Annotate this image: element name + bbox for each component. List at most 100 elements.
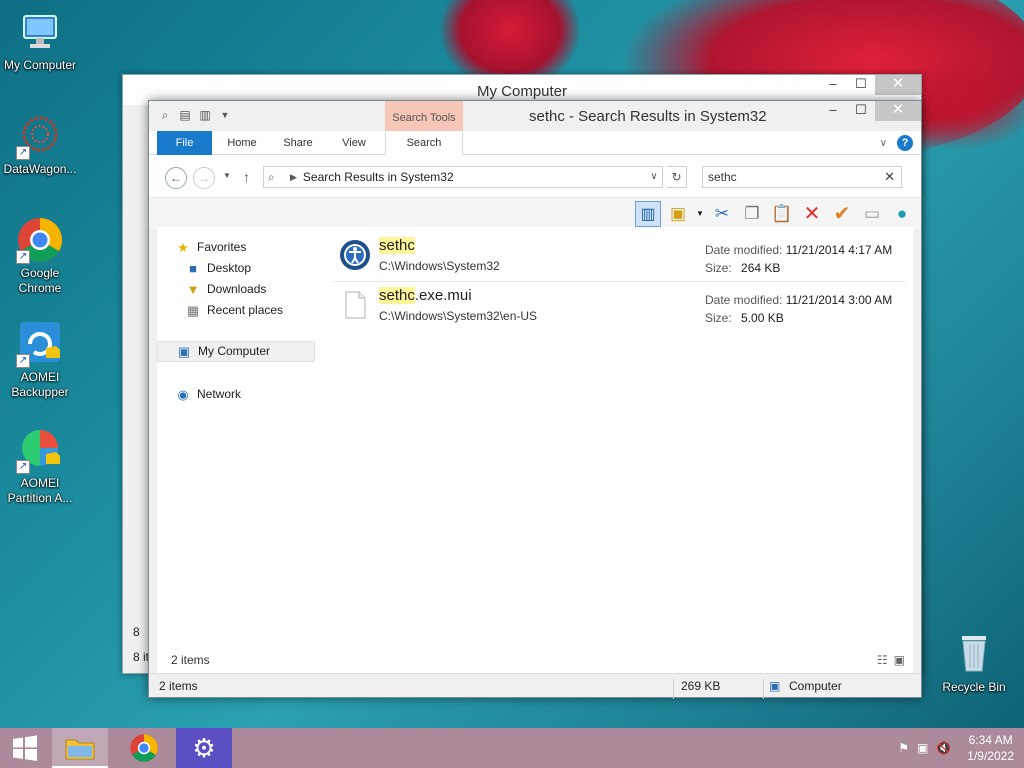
tab-view[interactable]: View bbox=[329, 131, 379, 155]
list-item[interactable]: sethc.exe.mui C:\Windows\System32\en-US … bbox=[333, 283, 905, 329]
details-view-icon[interactable]: ☷ bbox=[877, 653, 888, 667]
delete-icon[interactable]: ✕ bbox=[799, 201, 825, 227]
shortcut-arrow-icon: ↗ bbox=[16, 354, 30, 368]
large-icons-view-icon[interactable]: ▣ bbox=[894, 653, 905, 667]
date-modified-label: Date modified: bbox=[705, 293, 783, 307]
properties-icon[interactable]: ▤ bbox=[177, 107, 193, 123]
recent-locations-icon[interactable]: ▼ bbox=[223, 171, 231, 180]
chevron-right-icon[interactable]: ▶ bbox=[290, 172, 297, 183]
clear-search-icon[interactable]: ✕ bbox=[884, 169, 895, 185]
file-path: C:\Windows\System32\en-US bbox=[379, 309, 538, 323]
desktop-icon-label: Google Chrome bbox=[18, 266, 62, 295]
tab-home[interactable]: Home bbox=[217, 131, 267, 155]
search-icon: ⌕ bbox=[161, 108, 169, 122]
refresh-button[interactable]: ↻ bbox=[667, 166, 687, 188]
navigation-bar: ← → ▼ ↑ ⌕ ▶ Search Results in System32 ∨… bbox=[149, 155, 921, 197]
search-input[interactable]: sethc ✕ bbox=[702, 166, 902, 188]
aomei-backupper-icon: ↗ bbox=[16, 320, 64, 368]
cut-icon[interactable]: ✂ bbox=[709, 201, 735, 227]
divider bbox=[673, 679, 674, 699]
nav-network[interactable]: ◉ Network bbox=[175, 384, 333, 405]
taskbar-file-explorer[interactable] bbox=[52, 728, 108, 768]
desktop-icon-chrome[interactable]: ↗ Google Chrome bbox=[0, 216, 80, 296]
address-bar[interactable]: ⌕ ▶ Search Results in System32 bbox=[263, 166, 663, 188]
paste-icon[interactable]: 📋 bbox=[769, 201, 795, 227]
nav-my-computer[interactable]: ▣ My Computer bbox=[157, 341, 315, 362]
taskbar-settings[interactable]: ⚙ bbox=[176, 728, 232, 768]
action-center-flag-icon[interactable]: ⚑ bbox=[898, 741, 909, 755]
volume-muted-icon[interactable]: 🔇 bbox=[936, 741, 951, 755]
context-tab-group: Search Tools bbox=[385, 101, 463, 131]
tab-share[interactable]: Share bbox=[273, 131, 323, 155]
globe-icon[interactable]: ● bbox=[889, 201, 915, 227]
desktop-icon-recycle-bin[interactable]: Recycle Bin bbox=[934, 630, 1014, 695]
minimize-button[interactable]: – bbox=[819, 101, 847, 121]
taskbar-chrome[interactable] bbox=[116, 728, 172, 768]
status-item-count: 2 items bbox=[159, 679, 198, 693]
list-item[interactable]: sethc C:\Windows\System32 Date modified:… bbox=[333, 233, 905, 279]
desktop-icon-aomei-partition[interactable]: ↗ AOMEI Partition A... bbox=[0, 426, 80, 506]
desktop-icon-aomei-backupper[interactable]: ↗ AOMEI Backupper bbox=[0, 320, 80, 400]
window-title: My Computer bbox=[476, 83, 568, 100]
address-text: Search Results in System32 bbox=[302, 170, 454, 184]
chevron-down-icon[interactable]: ▼ bbox=[217, 107, 233, 123]
shortcut-arrow-icon: ↗ bbox=[16, 250, 30, 264]
desktop-icon-my-computer[interactable]: My Computer bbox=[0, 8, 80, 73]
back-button[interactable]: ← bbox=[165, 167, 187, 189]
maximize-button[interactable]: ☐ bbox=[847, 75, 875, 95]
size-value: 5.00 KB bbox=[741, 311, 784, 325]
gear-icon: ⚙ bbox=[192, 733, 216, 763]
nav-label: My Computer bbox=[198, 344, 271, 358]
ribbon-tabs: File Home Share View Search ∨ ? bbox=[149, 131, 921, 155]
computer-icon: ▣ bbox=[769, 679, 781, 693]
search-highlight: sethc bbox=[379, 237, 415, 254]
status-item-count: 8 it bbox=[133, 650, 150, 664]
tab-search[interactable]: Search bbox=[385, 131, 463, 155]
new-folder-icon[interactable]: ▥ bbox=[197, 107, 213, 123]
window-titlebar[interactable]: ⌕ ▤ ▥ ▼ Search Tools sethc - Search Resu… bbox=[149, 101, 921, 131]
network-icon: ◉ bbox=[177, 387, 189, 402]
recycle-bin-icon bbox=[950, 630, 998, 678]
copy-icon[interactable]: ❐ bbox=[739, 201, 765, 227]
desktop-icon-datawagon[interactable]: ↗ DataWagon... bbox=[0, 112, 80, 177]
size-value: 264 KB bbox=[741, 261, 781, 275]
nav-label: Recent places bbox=[207, 303, 284, 317]
item-count: 2 items bbox=[171, 653, 210, 667]
nav-downloads[interactable]: ▼ Downloads bbox=[185, 279, 343, 300]
nav-desktop[interactable]: ■ Desktop bbox=[185, 258, 343, 279]
status-size: 269 KB bbox=[681, 679, 721, 693]
system-tray: ⚑ ▣ 🔇 6:34 AM 1/9/2022 bbox=[898, 732, 1014, 764]
start-button[interactable] bbox=[0, 728, 50, 768]
shortcut-arrow-icon: ↗ bbox=[16, 460, 30, 474]
computer-icon bbox=[16, 8, 64, 56]
preview-pane-icon[interactable]: ▥ bbox=[635, 201, 661, 227]
minimize-button[interactable]: – bbox=[819, 75, 847, 95]
network-icon[interactable]: ▣ bbox=[917, 741, 928, 755]
tab-file[interactable]: File bbox=[157, 131, 212, 155]
address-dropdown-icon[interactable]: ∨ bbox=[645, 166, 663, 188]
close-button[interactable]: ✕ bbox=[875, 101, 921, 121]
clock[interactable]: 6:34 AM 1/9/2022 bbox=[967, 732, 1014, 764]
divider bbox=[763, 679, 764, 699]
windows-logo-icon bbox=[13, 735, 37, 761]
nav-favorites[interactable]: ★ Favorites bbox=[175, 237, 333, 258]
forward-button[interactable]: → bbox=[193, 167, 215, 189]
expand-ribbon-icon[interactable]: ∨ bbox=[880, 138, 887, 149]
up-button[interactable]: ↑ bbox=[243, 169, 250, 185]
help-icon[interactable]: ? bbox=[897, 135, 913, 151]
folder-check-icon[interactable]: ▣ bbox=[665, 201, 691, 227]
nav-label: Desktop bbox=[207, 261, 252, 275]
desktop-icon-label: AOMEI Backupper bbox=[11, 370, 69, 399]
search-input-value: sethc bbox=[708, 170, 737, 184]
nav-recent-places[interactable]: ▦ Recent places bbox=[185, 300, 343, 321]
chrome-icon: ↗ bbox=[16, 216, 64, 264]
folder-icon bbox=[65, 739, 95, 760]
chevron-down-icon[interactable]: ▼ bbox=[695, 201, 705, 227]
downloads-icon: ▼ bbox=[186, 282, 200, 297]
close-button[interactable]: ✕ bbox=[875, 75, 921, 95]
clock-time: 6:34 AM bbox=[968, 733, 1013, 747]
checkmark-icon[interactable]: ✔ bbox=[829, 201, 855, 227]
rename-icon[interactable]: ▭ bbox=[859, 201, 885, 227]
maximize-button[interactable]: ☐ bbox=[847, 101, 875, 121]
explorer-window[interactable]: ⌕ ▤ ▥ ▼ Search Tools sethc - Search Resu… bbox=[148, 100, 922, 699]
